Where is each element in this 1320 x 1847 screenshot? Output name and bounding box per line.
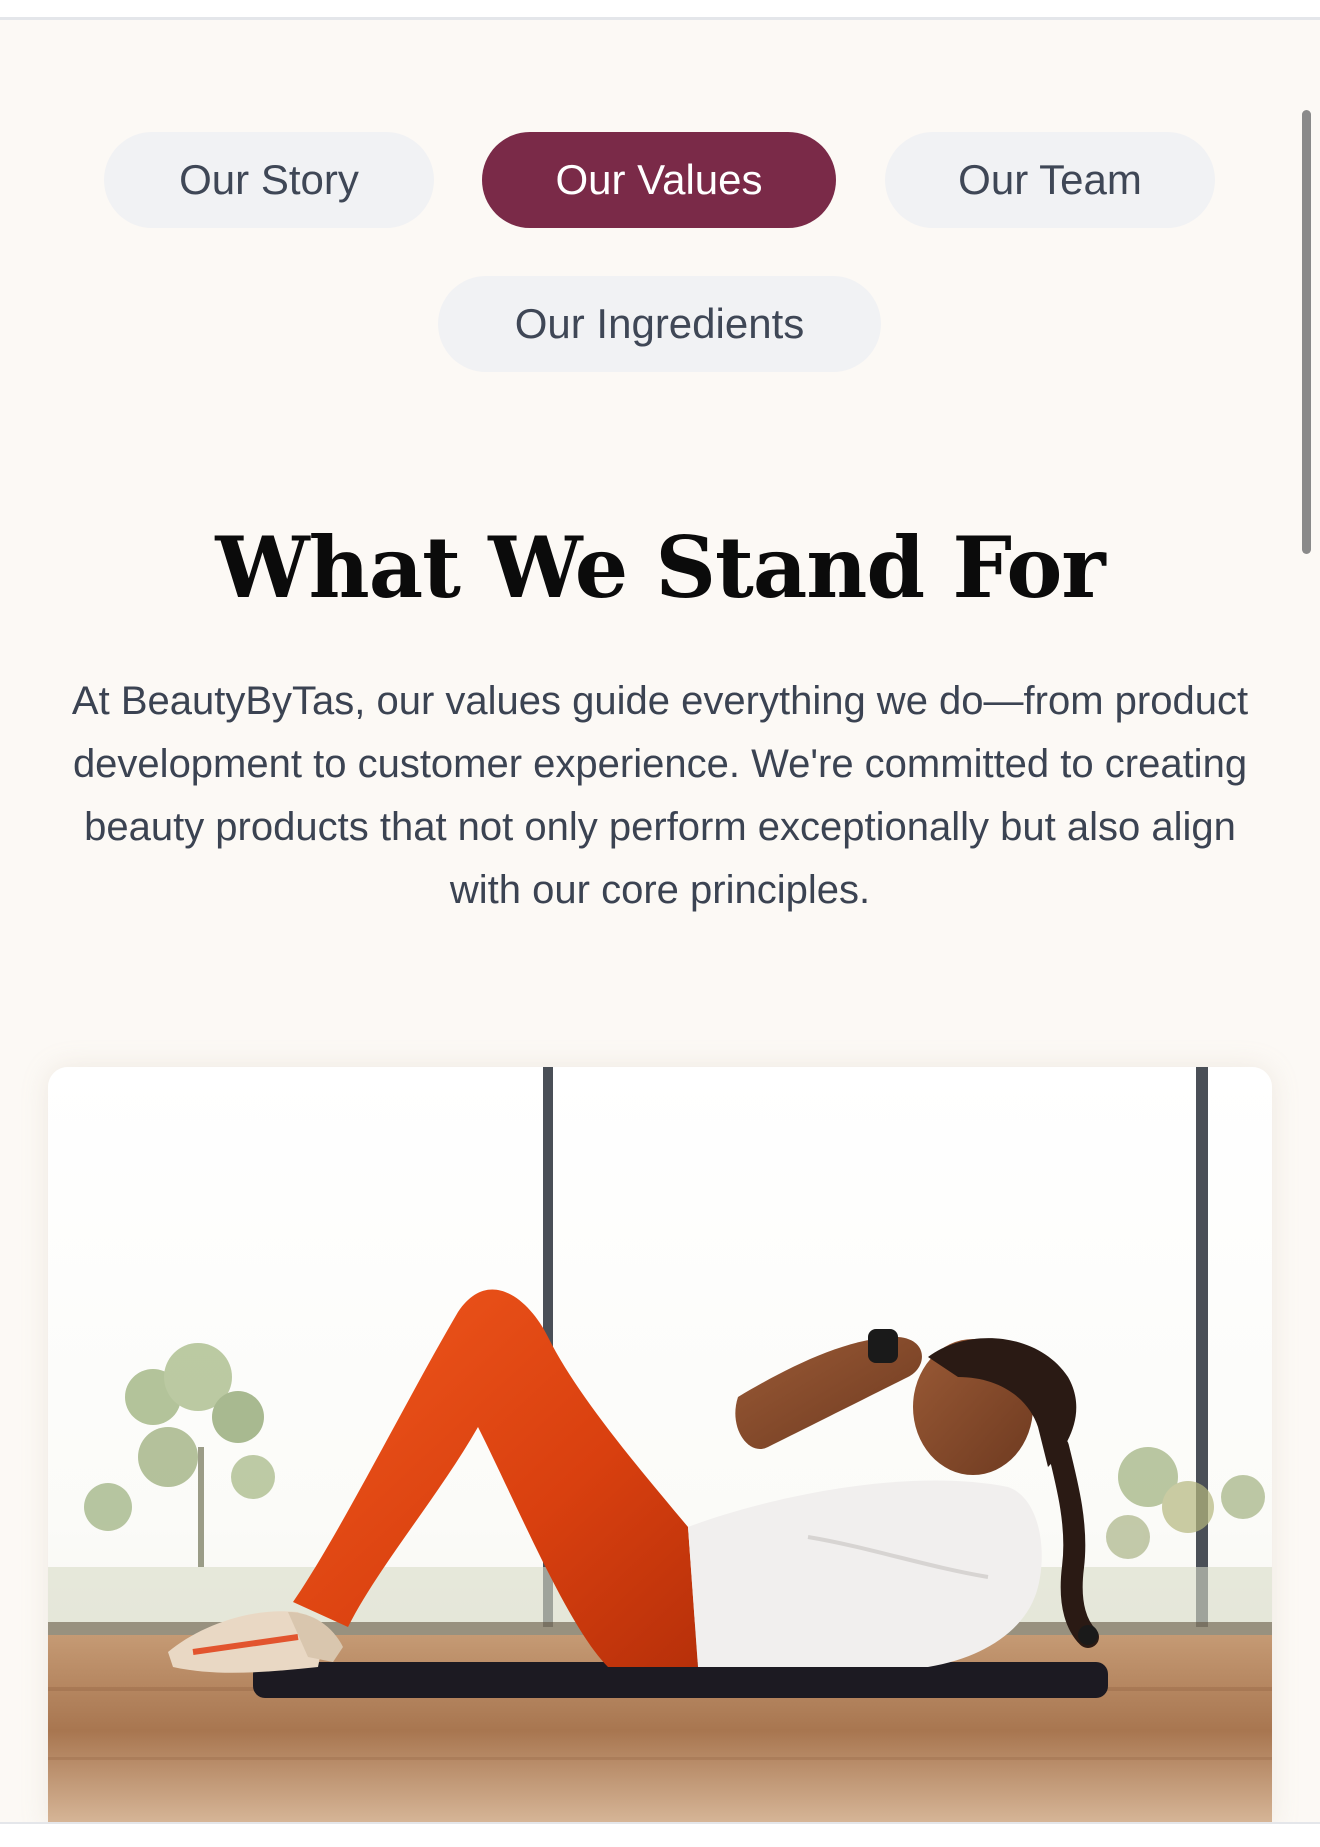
workout-photo <box>48 1067 1272 1827</box>
section-tabs: Our Story Our Values Our Team Our Ingred… <box>0 0 1320 400</box>
tab-our-team[interactable]: Our Team <box>885 132 1215 228</box>
bottom-divider <box>0 1822 1320 1847</box>
tab-our-ingredients[interactable]: Our Ingredients <box>438 276 881 372</box>
hero-image <box>48 1067 1272 1827</box>
tab-our-values[interactable]: Our Values <box>482 132 836 228</box>
tab-our-story[interactable]: Our Story <box>104 132 434 228</box>
section-intro: At BeautyByTas, our values guide everyth… <box>71 679 1249 912</box>
section-heading: What We Stand For <box>215 518 1105 617</box>
scrollbar[interactable] <box>1302 110 1311 554</box>
